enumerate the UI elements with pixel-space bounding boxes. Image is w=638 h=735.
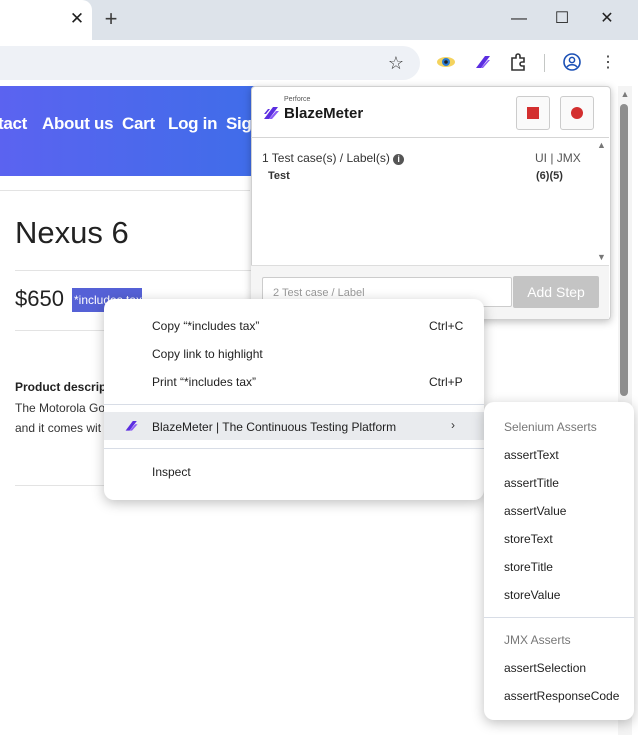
menu-item-copy[interactable]: Copy “*includes tax” <box>152 319 259 333</box>
menu-item-copy-link[interactable]: Copy link to highlight <box>152 347 263 361</box>
divider <box>15 485 105 486</box>
divider <box>15 330 105 331</box>
menu-item-inspect[interactable]: Inspect <box>152 465 191 479</box>
menu-item-blazemeter[interactable]: BlazeMeter | The Continuous Testing Plat… <box>152 420 396 434</box>
nav-contact[interactable]: tact <box>0 114 27 134</box>
scrollbar-thumb[interactable] <box>620 104 628 396</box>
product-description-heading: Product descript <box>15 380 111 394</box>
stop-button[interactable] <box>516 96 550 130</box>
shortcut-copy: Ctrl+C <box>429 319 464 333</box>
scroll-up-icon[interactable]: ▲ <box>619 88 631 100</box>
toolbar-divider <box>544 54 545 72</box>
logo-perforce: Perforce <box>284 96 311 103</box>
blazemeter-extension-icon[interactable] <box>472 52 494 74</box>
menu-separator <box>104 448 484 449</box>
submenu-item[interactable]: assertText <box>504 448 559 462</box>
blazemeter-icon <box>124 417 140 438</box>
product-title: Nexus 6 <box>15 215 129 250</box>
submenu-separator <box>484 617 634 618</box>
submenu-item[interactable]: assertSelection <box>504 661 586 675</box>
shortcut-print: Ctrl+P <box>429 375 463 389</box>
submenu-item[interactable]: assertTitle <box>504 476 559 490</box>
record-icon <box>571 107 583 119</box>
chevron-right-icon: › <box>451 418 455 432</box>
tab-strip <box>0 0 638 40</box>
submenu-item[interactable]: storeTitle <box>504 560 553 574</box>
maximize-icon[interactable]: ☐ <box>551 8 573 30</box>
address-bar[interactable] <box>0 46 420 80</box>
nav-cart[interactable]: Cart <box>122 114 155 134</box>
stop-icon <box>527 107 539 119</box>
submenu-header-jmx: JMX Asserts <box>504 633 571 647</box>
close-tab-icon[interactable]: ✕ <box>68 9 86 29</box>
submenu-item[interactable]: storeValue <box>504 588 560 602</box>
product-description-line: and it comes wit <box>15 421 102 435</box>
close-window-icon[interactable]: ✕ <box>596 8 618 30</box>
format-toggle[interactable]: UI | JMX <box>535 151 581 165</box>
profile-icon[interactable] <box>561 52 583 74</box>
menu-separator <box>104 404 484 405</box>
product-description-line: The Motorola Go <box>15 401 106 415</box>
submenu-item[interactable]: storeText <box>504 532 553 546</box>
scroll-down-icon[interactable]: ▼ <box>597 252 606 262</box>
submenu-item[interactable]: assertValue <box>504 504 566 518</box>
blazemeter-logo-icon <box>262 102 282 127</box>
new-tab-button[interactable]: + <box>101 8 121 30</box>
product-price: $650 <box>15 286 64 311</box>
popup-scrollbar[interactable]: ▲ ▼ <box>596 140 608 264</box>
submenu-item[interactable]: assertResponseCode <box>504 689 619 703</box>
nav-about-us[interactable]: About us <box>42 114 114 134</box>
info-icon[interactable]: i <box>393 154 405 165</box>
test-case-count: (6)(5) <box>536 170 563 182</box>
menu-item-print[interactable]: Print “*includes tax” <box>152 375 256 389</box>
eye-extension-icon[interactable] <box>435 52 457 74</box>
submenu-header-selenium: Selenium Asserts <box>504 420 597 434</box>
scroll-up-icon[interactable]: ▲ <box>597 140 606 150</box>
nav-log-in[interactable]: Log in <box>168 114 217 134</box>
bookmark-star-icon[interactable]: ☆ <box>386 52 406 74</box>
test-cases-label: 1 Test case(s) / Label(s) i <box>262 151 405 165</box>
add-step-button[interactable]: Add Step <box>513 276 599 308</box>
divider <box>15 270 251 271</box>
menu-kebab-icon[interactable]: ⋮ <box>597 52 619 74</box>
minimize-icon[interactable]: — <box>508 8 530 30</box>
test-case-name[interactable]: Test <box>268 170 290 182</box>
record-button[interactable] <box>560 96 594 130</box>
logo-blazemeter: BlazeMeter <box>284 105 364 122</box>
extensions-puzzle-icon[interactable] <box>507 52 529 74</box>
divider <box>0 190 250 191</box>
